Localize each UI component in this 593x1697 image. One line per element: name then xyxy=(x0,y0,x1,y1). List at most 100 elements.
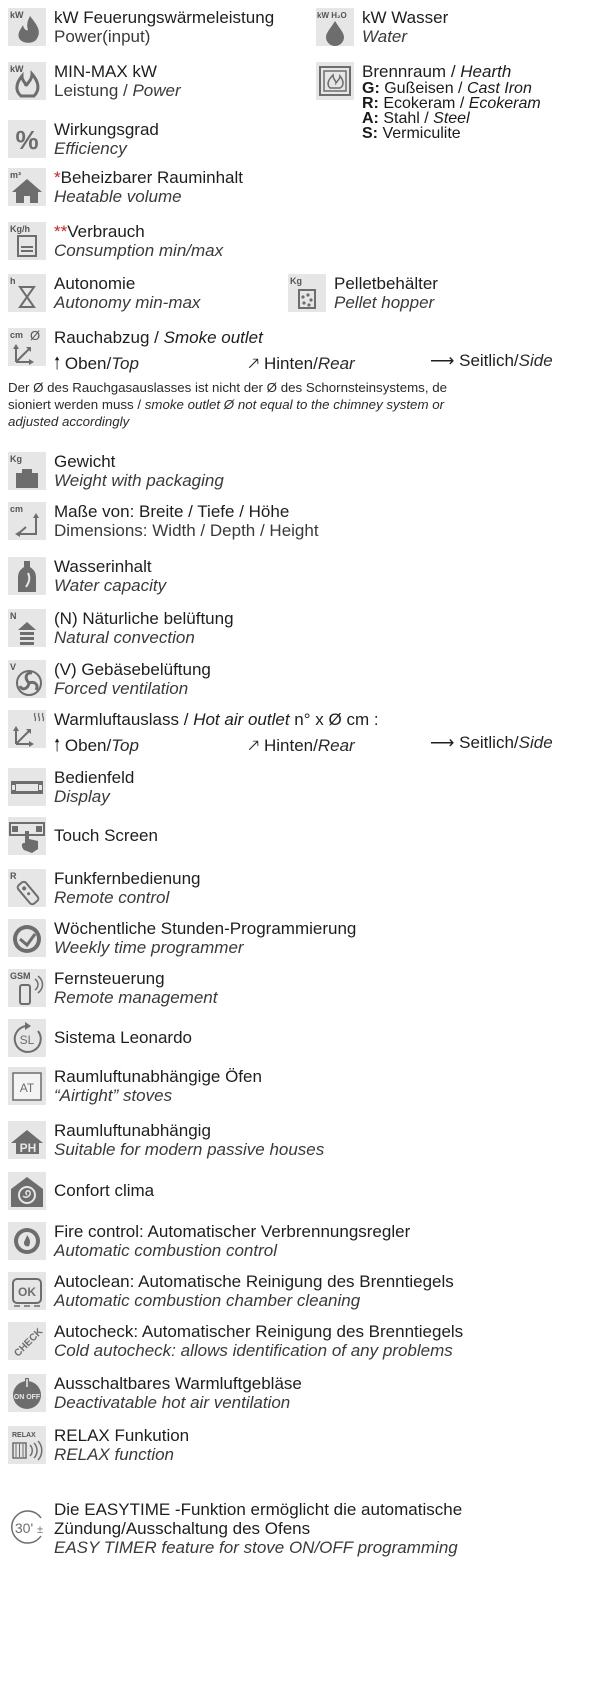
item-title: Warmluftauslass / Hot air outlet n° x Ø … xyxy=(54,710,379,729)
relax-icon: RELAX xyxy=(8,1426,46,1464)
sl-icon: SL xyxy=(8,1019,46,1057)
direction-side: ⟶ Seitlich/Side xyxy=(430,351,553,370)
smoke-outlet-note: Der Ø des Rauchgasauslasses ist nicht de… xyxy=(8,380,447,429)
consumption-icon: Kg/h xyxy=(8,222,46,260)
item-subtitle: Dimensions: Width / Depth / Height xyxy=(54,521,319,540)
weight-icon: Kg xyxy=(8,452,46,490)
legend-item-water-power: kW H₂O kW Wasser Water xyxy=(316,8,448,46)
item-title: Ausschaltbares Warmluftgebläse xyxy=(54,1374,302,1393)
item-title: Autoclean: Automatische Reinigung des Br… xyxy=(54,1272,454,1291)
item-title: Rauchabzug / Smoke outlet xyxy=(54,328,263,347)
direction-rear: 🡕 Hinten/Rear xyxy=(248,354,355,373)
item-title: **Verbrauch xyxy=(54,222,145,241)
item-title-line2: Zündung/Ausschaltung des Ofens xyxy=(54,1519,311,1538)
legend-item-touch-screen: Touch Screen xyxy=(8,817,158,855)
material-g: G: Gußeisen / Cast Iron xyxy=(362,80,532,97)
direction-side-hot-air: ⟶ Seitlich/Side xyxy=(430,733,553,752)
item-title: Brennraum / Hearth xyxy=(362,62,512,81)
arrow-up-right-icon: 🡕 xyxy=(248,736,260,755)
legend-item-passive-houses: PH Raumluftunabhängig Suitable for moder… xyxy=(8,1121,324,1159)
item-subtitle: Consumption min/max xyxy=(54,241,224,260)
item-subtitle: Water capacity xyxy=(54,576,167,595)
legend-item-display: Bedienfeld Display xyxy=(8,768,134,806)
autoclean-icon: OK xyxy=(8,1272,46,1310)
svg-text:Kg: Kg xyxy=(290,276,302,286)
svg-text:±: ± xyxy=(37,1524,43,1536)
svg-text:cm: cm xyxy=(10,504,23,514)
item-subtitle: Remote management xyxy=(54,988,218,1007)
autocheck-icon: CHECK xyxy=(8,1322,46,1360)
hourglass-icon: h xyxy=(8,274,46,312)
svg-text:%: % xyxy=(15,125,38,155)
item-subtitle: Efficiency xyxy=(54,139,127,158)
flames-icon: kW xyxy=(8,62,46,100)
item-subtitle: Natural convection xyxy=(54,628,195,647)
arrow-up-right-icon: 🡕 xyxy=(248,354,260,373)
legend-item-weight: Kg Gewicht Weight with packaging xyxy=(8,452,224,490)
item-title: *Beheizbarer Rauminhalt xyxy=(54,168,244,187)
legend-item-remote-management: GSM Fernsteuerung Remote management xyxy=(8,969,217,1007)
item-subtitle: “Airtight” stoves xyxy=(54,1086,173,1105)
legend-item-airtight: AT Raumluftunabhängige Öfen “Airtight” s… xyxy=(8,1067,262,1105)
arrow-up-icon: 🠑 xyxy=(54,736,61,755)
material-a: A: Stahl / Steel xyxy=(362,110,470,127)
item-subtitle: Display xyxy=(54,787,110,806)
item-title: Wöchentliche Stunden-Programmierung xyxy=(54,919,357,938)
item-subtitle: Deactivatable hot air ventilation xyxy=(54,1393,291,1412)
percent-icon: % xyxy=(8,120,46,158)
item-title: (N) Näturliche belüftung xyxy=(54,609,234,628)
arrow-right-icon: ⟶ xyxy=(430,351,455,370)
legend-item-confort-clima: Confort clima xyxy=(8,1172,154,1210)
direction-rear-hot-air: 🡕 Hinten/Rear xyxy=(248,736,355,755)
item-title: (V) Gebäsebelüftung xyxy=(54,660,211,679)
item-subtitle: Heatable volume xyxy=(54,187,182,206)
legend-item-dimensions: cm Maße von: Breite / Tiefe / Höhe Dimen… xyxy=(8,502,319,540)
svg-text:ON OFF: ON OFF xyxy=(14,1394,41,1401)
hearth-icon xyxy=(316,62,354,100)
item-title: Die EASYTIME -Funktion ermöglicht die au… xyxy=(54,1500,463,1519)
item-title: Raumluftunabhängig xyxy=(54,1121,211,1140)
item-subtitle: Weight with packaging xyxy=(54,471,224,490)
legend-item-fire-control: Fire control: Automatischer Verbrennungs… xyxy=(8,1222,410,1260)
legend-item-sistema-leonardo: SL Sistema Leonardo xyxy=(8,1019,192,1057)
timer-30-icon: 30' ± xyxy=(8,1508,46,1546)
item-title: Pelletbehälter xyxy=(334,274,438,293)
svg-text:Kg/h: Kg/h xyxy=(10,224,30,234)
legend-item-efficiency: % Wirkungsgrad Efficiency xyxy=(8,120,159,158)
item-title: RELAX Funkution xyxy=(54,1426,190,1445)
legend-item-pellet-hopper: Kg Pelletbehälter Pellet hopper xyxy=(288,274,438,312)
legend-item-weekly-programmer: Wöchentliche Stunden-Programmierung Week… xyxy=(8,919,356,957)
item-title: kW Wasser xyxy=(362,8,449,27)
svg-text:R: R xyxy=(10,871,17,881)
svg-text:N: N xyxy=(10,611,17,621)
arrow-right-icon: ⟶ xyxy=(430,733,455,752)
svg-text:GSM: GSM xyxy=(10,971,31,981)
item-subtitle: Autonomy min-max xyxy=(54,293,201,312)
svg-text:h: h xyxy=(10,276,16,286)
svg-text:SL: SL xyxy=(20,1033,35,1047)
clock-icon xyxy=(8,919,46,957)
legend-item-autonomy: h Autonomie Autonomy min-max xyxy=(8,274,200,312)
svg-text:30': 30' xyxy=(15,1520,33,1536)
item-subtitle: Water xyxy=(362,27,408,46)
item-title: Raumluftunabhängige Öfen xyxy=(54,1067,262,1086)
on-off-icon: ON OFF xyxy=(8,1374,46,1412)
direction-top: 🠑 Oben/Top xyxy=(54,354,139,373)
item-title: Autocheck: Automatischer Reinigung des B… xyxy=(54,1322,464,1341)
direction-top-hot-air: 🠑 Oben/Top xyxy=(54,736,139,755)
legend-item-remote-control: R Funkfernbedienung Remote control xyxy=(8,869,201,907)
item-title: Fire control: Automatischer Verbrennungs… xyxy=(54,1222,411,1241)
smoke-outlet-icon: cm Ø xyxy=(8,328,46,366)
item-subtitle: Suitable for modern passive houses xyxy=(54,1140,325,1159)
display-icon xyxy=(8,768,46,806)
legend-item-consumption: Kg/h **Verbrauch Consumption min/max xyxy=(8,222,223,260)
svg-text:PH: PH xyxy=(20,1141,37,1155)
item-title: Autonomie xyxy=(54,274,136,293)
item-subtitle: Forced ventilation xyxy=(54,679,189,698)
fan-icon: V xyxy=(8,660,46,698)
item-title: Sistema Leonardo xyxy=(54,1028,192,1047)
item-title: Maße von: Breite / Tiefe / Höhe xyxy=(54,502,290,521)
svg-text:V: V xyxy=(10,662,16,672)
arrow-up-icon: 🠑 xyxy=(54,354,61,373)
svg-text:kW: kW xyxy=(10,10,24,20)
